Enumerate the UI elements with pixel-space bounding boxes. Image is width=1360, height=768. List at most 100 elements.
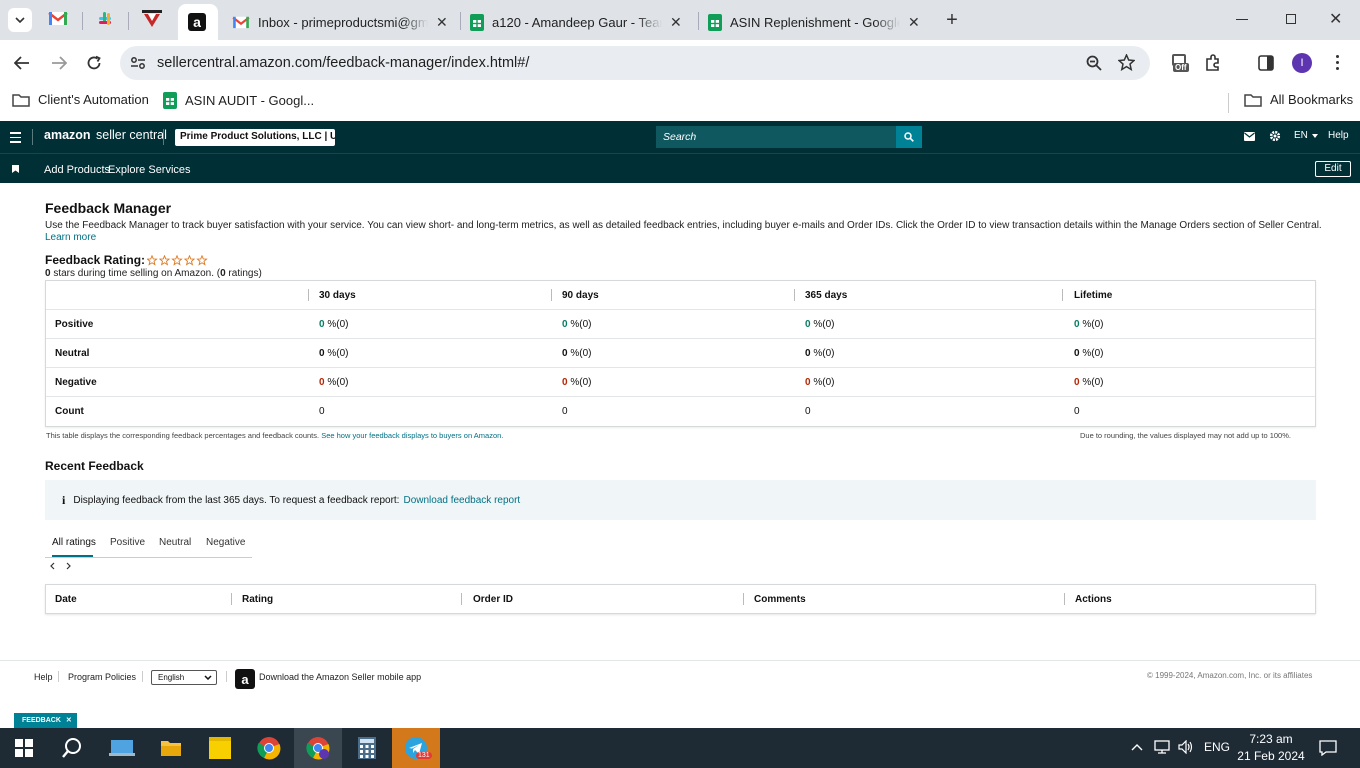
- edit-button[interactable]: Edit: [1315, 161, 1351, 177]
- language-selector[interactable]: EN: [1294, 130, 1318, 141]
- pinned-tab-gmail[interactable]: [48, 10, 72, 30]
- learn-more-link[interactable]: Learn more: [45, 232, 96, 243]
- network-icon[interactable]: [1154, 740, 1170, 754]
- start-button[interactable]: [0, 728, 48, 768]
- nav-add-products[interactable]: Add Products: [44, 164, 110, 176]
- seller-app-link[interactable]: Download the Amazon Seller mobile app: [259, 672, 421, 682]
- back-arrow-icon[interactable]: [14, 56, 30, 70]
- sheets-icon: [470, 13, 484, 31]
- footer-language-select[interactable]: English: [151, 670, 217, 685]
- tab-positive[interactable]: Positive: [110, 537, 145, 548]
- browser-menu-icon[interactable]: [1336, 55, 1340, 71]
- taskbar-chrome-2-active[interactable]: [294, 728, 342, 768]
- footer-help-link[interactable]: Help: [34, 672, 53, 682]
- extensions-puzzle-icon[interactable]: [1204, 54, 1222, 72]
- taskbar-telegram[interactable]: 131: [392, 728, 440, 768]
- pinned-tab-extension[interactable]: [142, 10, 162, 30]
- gear-icon[interactable]: [1269, 130, 1281, 142]
- tab-search-button[interactable]: [8, 8, 32, 32]
- table-note-text: This table displays the corresponding fe…: [46, 431, 320, 440]
- chevron-up-icon[interactable]: [1131, 743, 1143, 751]
- tab-title: Inbox - primeproductsmi@gma: [258, 14, 428, 30]
- bookmark-clients-automation[interactable]: Client's Automation: [12, 92, 149, 107]
- slack-icon: [99, 12, 111, 25]
- search-icon: [904, 132, 914, 142]
- tab-sheets-a120[interactable]: a120 - Amandeep Gaur - Team ✕: [460, 4, 696, 40]
- seller-app-icon[interactable]: a: [235, 669, 255, 689]
- bookmark-star-icon[interactable]: [1118, 54, 1135, 71]
- help-link[interactable]: Help: [1328, 130, 1349, 141]
- close-icon[interactable]: ✕: [436, 14, 448, 31]
- page-description: Use the Feedback Manager to track buyer …: [45, 220, 1322, 231]
- search-input[interactable]: Search: [656, 126, 896, 148]
- feedback-widget-tab[interactable]: FEEDBACK ✕: [14, 713, 77, 728]
- search-button[interactable]: [896, 126, 922, 148]
- taskbar-search-button[interactable]: [48, 728, 96, 768]
- close-window-button[interactable]: ✕: [1329, 9, 1342, 29]
- reload-icon[interactable]: [86, 55, 102, 71]
- profile-avatar[interactable]: I: [1292, 53, 1312, 73]
- tab-sheets-asin[interactable]: ASIN Replenishment - Google S ✕: [698, 4, 934, 40]
- seller-central-logo[interactable]: amazon seller central: [44, 128, 167, 142]
- clock[interactable]: 7:23 am 21 Feb 2024: [1236, 731, 1306, 765]
- tab-neutral[interactable]: Neutral: [159, 537, 191, 548]
- close-icon[interactable]: ✕: [66, 717, 72, 724]
- tab-all-ratings[interactable]: All ratings: [52, 537, 96, 548]
- tab-gmail-inbox[interactable]: Inbox - primeproductsmi@gma ✕: [222, 4, 458, 40]
- footer-policies-link[interactable]: Program Policies: [68, 672, 136, 682]
- forward-arrow-icon[interactable]: [51, 56, 67, 70]
- taskbar-calculator[interactable]: [343, 728, 391, 768]
- browser-toolbar: sellercentral.amazon.com/feedback-manage…: [0, 40, 1360, 86]
- site-settings-icon[interactable]: [130, 56, 146, 70]
- bookmarks-bar: Client's Automation ASIN AUDIT - Googl..…: [0, 86, 1360, 121]
- mail-icon[interactable]: [1244, 132, 1255, 141]
- download-report-link[interactable]: Download feedback report: [403, 495, 520, 506]
- sticky-notes-icon: [209, 737, 231, 759]
- taskbar: 131 ENG 7:23 am 21 Feb 2024: [0, 728, 1360, 768]
- pinned-tab-slack[interactable]: [96, 10, 116, 30]
- all-bookmarks[interactable]: All Bookmarks: [1244, 92, 1353, 107]
- notifications-icon[interactable]: [1319, 740, 1337, 756]
- telegram-badge: 131: [416, 752, 432, 759]
- table-cell: 0 %(0): [1074, 377, 1104, 388]
- col-header-actions: Actions: [1075, 594, 1112, 605]
- input-language[interactable]: ENG: [1204, 740, 1230, 754]
- table-cell: 0 %(0): [562, 377, 592, 388]
- hamburger-menu-icon[interactable]: [10, 132, 21, 143]
- table-row-positive: Positive 0 %(0) 0 %(0) 0 %(0) 0 %(0): [46, 310, 1315, 339]
- volume-icon[interactable]: [1178, 740, 1194, 754]
- star-icon: [147, 254, 158, 266]
- feedback-display-link[interactable]: See how your feedback displays to buyers…: [321, 431, 503, 440]
- col-header-date: Date: [55, 594, 77, 605]
- chevron-left-icon[interactable]: [50, 562, 55, 570]
- taskbar-sticky-notes[interactable]: [196, 728, 244, 768]
- restore-button[interactable]: [1286, 14, 1296, 24]
- chevron-right-icon[interactable]: [66, 562, 71, 570]
- recent-feedback-table: Date Rating Order ID Comments Actions: [45, 584, 1316, 614]
- chevron-down-icon: [204, 675, 212, 680]
- tab-amazon-active[interactable]: a: [178, 4, 218, 40]
- taskbar-chrome-1[interactable]: [245, 728, 293, 768]
- row-label: Neutral: [55, 348, 90, 359]
- nav-explore-services[interactable]: Explore Services: [108, 164, 191, 176]
- zoom-icon[interactable]: [1086, 55, 1102, 71]
- account-switcher[interactable]: Prime Product Solutions, LLC | U...: [175, 129, 335, 146]
- taskbar-file-explorer[interactable]: [147, 728, 195, 768]
- bookmark-icon[interactable]: [12, 165, 19, 173]
- minimize-button[interactable]: [1236, 19, 1248, 20]
- extension-off-badge[interactable]: Off: [1170, 52, 1192, 74]
- close-icon[interactable]: ✕: [670, 14, 682, 31]
- new-tab-button[interactable]: +: [942, 10, 962, 30]
- taskbar-file-explorer-alt[interactable]: [98, 728, 146, 768]
- table-row-neutral: Neutral 0 %(0) 0 %(0) 0 %(0) 0 %(0): [46, 339, 1315, 368]
- side-panel-icon[interactable]: [1258, 55, 1274, 71]
- address-bar[interactable]: sellercentral.amazon.com/feedback-manage…: [120, 46, 1150, 80]
- info-text: Displaying feedback from the last 365 da…: [73, 494, 400, 506]
- close-icon[interactable]: ✕: [908, 14, 920, 31]
- page-title: Feedback Manager: [45, 200, 172, 216]
- bookmark-asin-audit[interactable]: ASIN AUDIT - Googl...: [163, 92, 314, 109]
- tab-negative[interactable]: Negative: [206, 537, 245, 548]
- calculator-icon: [358, 737, 376, 759]
- table-cell: 0 %(0): [319, 377, 349, 388]
- v-logo-icon: [142, 10, 162, 27]
